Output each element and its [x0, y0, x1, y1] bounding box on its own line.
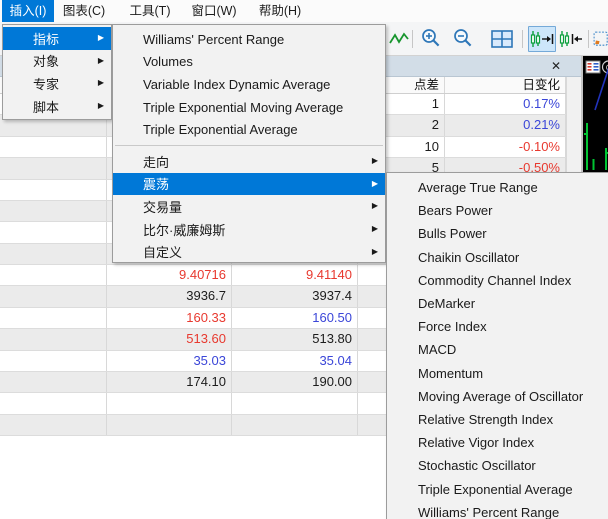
menu-item-custom[interactable]: 自定义▶	[113, 240, 385, 263]
submenu-arrow-icon: ▶	[372, 225, 378, 233]
daily-change-cell: 0.17%	[445, 94, 566, 114]
menu-item-commodity-channel-index[interactable]: Commodity Channel Index	[387, 269, 608, 292]
menu-item-scripts[interactable]: 脚本▶	[3, 95, 111, 118]
toolbar-separator	[522, 30, 523, 48]
bid-cell: 160.33	[107, 308, 232, 328]
toolbar-separator	[412, 30, 413, 48]
menu-item-oscillators[interactable]: 震荡▶	[113, 173, 385, 196]
menu-separator	[115, 145, 383, 146]
shift-chart-back-button[interactable]	[557, 26, 585, 52]
ask-cell: 3937.4	[232, 286, 358, 306]
menu-item-williams-percent-range[interactable]: Williams' Percent Range	[113, 28, 385, 51]
menubar-item-help[interactable]: 帮助(H)	[252, 0, 308, 22]
menu-item-momentum[interactable]: Momentum	[387, 362, 608, 385]
menu-item-tea[interactable]: Triple Exponential Average	[113, 118, 385, 141]
app-window: 插入(I) 图表(C) 工具(T) 窗口(W) 帮助(H)	[0, 0, 608, 519]
menu-item-indicators[interactable]: 指标▶	[3, 27, 111, 50]
insert-menu: 指标▶ 对象▶ 专家▶ 脚本▶	[2, 24, 112, 120]
menu-item-tema[interactable]: Triple Exponential Moving Average	[113, 96, 385, 119]
menu-item-trend[interactable]: 走向▶	[113, 150, 385, 173]
menu-item-force-index[interactable]: Force Index	[387, 315, 608, 338]
submenu-arrow-icon: ▶	[372, 157, 378, 165]
menu-item-stochastic-oscillator[interactable]: Stochastic Oscillator	[387, 454, 608, 477]
submenu-arrow-icon: ▶	[98, 34, 104, 42]
submenu-arrow-icon: ▶	[372, 180, 378, 188]
menu-item-vida[interactable]: Variable Index Dynamic Average	[113, 73, 385, 96]
bid-cell: 3936.7	[107, 286, 232, 306]
bid-cell: 35.03	[107, 351, 232, 371]
menu-item-triple-exponential-average[interactable]: Triple Exponential Average	[387, 477, 608, 500]
bid-cell: 9.40716	[107, 265, 232, 285]
menu-item-bill-williams[interactable]: 比尔·威廉姆斯▶	[113, 218, 385, 241]
submenu-arrow-icon: ▶	[98, 79, 104, 87]
menu-item-average-true-range[interactable]: Average True Range	[387, 176, 608, 199]
ask-cell: 513.80	[232, 329, 358, 349]
menubar-item-insert[interactable]: 插入(I)	[2, 0, 54, 22]
oscillators-submenu: Average True Range Bears Power Bulls Pow…	[386, 172, 608, 519]
menubar-item-charts[interactable]: 图表(C)	[56, 0, 112, 22]
menu-item-experts[interactable]: 专家▶	[3, 72, 111, 95]
menu-item-volumes[interactable]: Volumes	[113, 51, 385, 74]
toolbar-separator	[588, 30, 589, 48]
ask-cell: 190.00	[232, 372, 358, 392]
tile-windows-icon[interactable]	[489, 29, 515, 49]
new-object-icon[interactable]	[593, 28, 608, 50]
menu-bar: 插入(I) 图表(C) 工具(T) 窗口(W) 帮助(H)	[0, 0, 608, 22]
shift-chart-to-end-button[interactable]	[528, 26, 556, 52]
submenu-arrow-icon: ▶	[372, 202, 378, 210]
menubar-item-tools[interactable]: 工具(T)	[122, 0, 178, 22]
menu-item-volumes-group[interactable]: 交易量▶	[113, 195, 385, 218]
submenu-arrow-icon: ▶	[98, 57, 104, 65]
menu-item-moving-average-of-oscillator[interactable]: Moving Average of Oscillator	[387, 385, 608, 408]
menu-item-williams-percent-range-2[interactable]: Williams' Percent Range	[387, 501, 608, 519]
close-icon[interactable]: ✕	[547, 57, 565, 75]
line-chart-icon[interactable]	[388, 31, 410, 47]
bid-cell: 174.10	[107, 372, 232, 392]
ask-cell: 35.04	[232, 351, 358, 371]
menubar-item-window[interactable]: 窗口(W)	[186, 0, 242, 22]
submenu-arrow-icon: ▶	[372, 248, 378, 256]
zoom-in-icon[interactable]	[418, 28, 444, 50]
menu-item-bulls-power[interactable]: Bulls Power	[387, 222, 608, 245]
ask-cell: 160.50	[232, 308, 358, 328]
indicators-submenu: Williams' Percent Range Volumes Variable…	[112, 24, 386, 263]
menu-item-bears-power[interactable]: Bears Power	[387, 199, 608, 222]
menu-item-chaikin-oscillator[interactable]: Chaikin Oscillator	[387, 246, 608, 269]
menu-item-relative-vigor-index[interactable]: Relative Vigor Index	[387, 431, 608, 454]
col-header-daily-change[interactable]: 日变化	[445, 77, 566, 93]
menu-item-relative-strength-index[interactable]: Relative Strength Index	[387, 408, 608, 431]
zoom-out-icon[interactable]	[450, 28, 476, 50]
daily-change-cell: -0.10%	[445, 137, 566, 157]
menu-item-demarker[interactable]: DeMarker	[387, 292, 608, 315]
bid-cell: 513.60	[107, 329, 232, 349]
menu-item-objects[interactable]: 对象▶	[3, 50, 111, 73]
submenu-arrow-icon: ▶	[98, 102, 104, 110]
daily-change-cell: 0.21%	[445, 115, 566, 135]
ask-cell: 9.41140	[232, 265, 358, 285]
menu-item-macd[interactable]: MACD	[387, 338, 608, 361]
